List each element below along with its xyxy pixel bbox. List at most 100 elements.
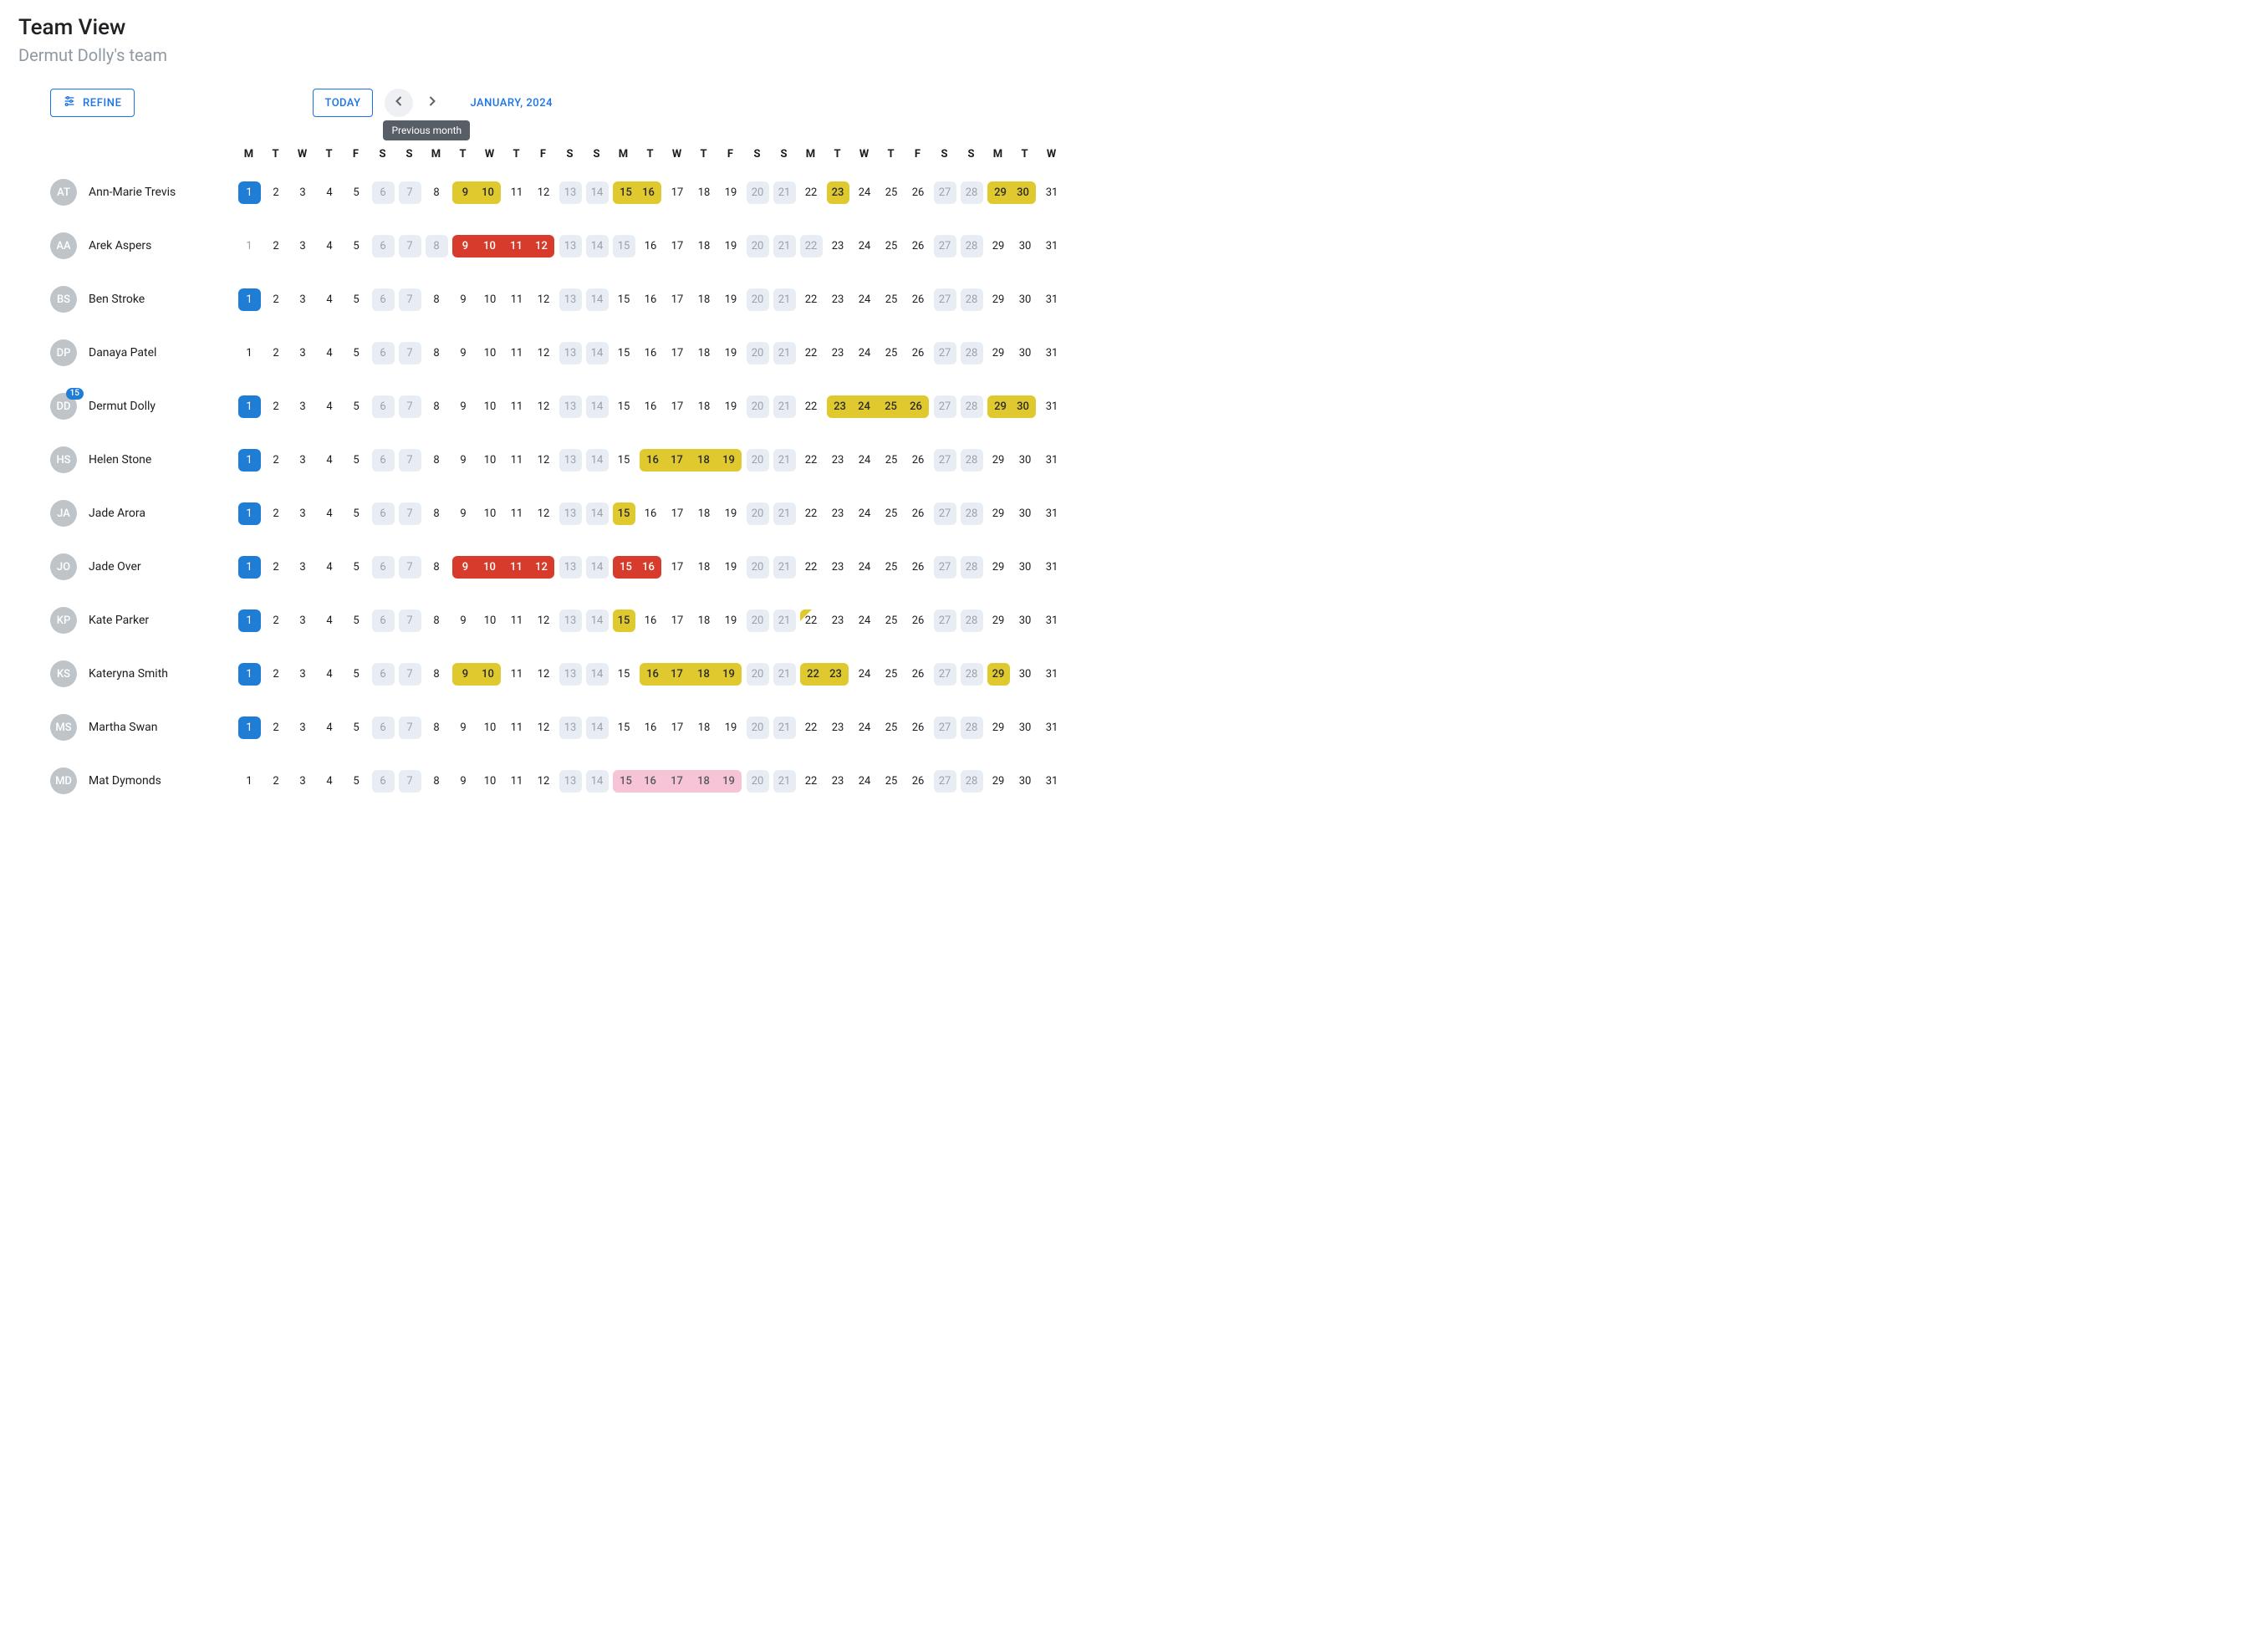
day-cell[interactable]: 17 xyxy=(662,770,691,793)
day-cell[interactable]: 27 xyxy=(934,449,956,472)
day-cell[interactable]: 7 xyxy=(399,770,421,793)
day-cell[interactable]: 18 xyxy=(693,395,716,418)
day-cell[interactable]: 18 xyxy=(689,663,718,686)
day-cell[interactable]: 14 xyxy=(586,770,609,793)
day-cell[interactable]: 12 xyxy=(528,556,554,579)
day-cell[interactable]: 26 xyxy=(907,342,930,365)
day-cell[interactable]: 1 xyxy=(238,663,261,686)
day-cell[interactable]: 23 xyxy=(827,449,849,472)
day-cell[interactable]: 28 xyxy=(961,609,983,632)
day-cell[interactable]: 3 xyxy=(292,395,314,418)
day-cell[interactable]: 14 xyxy=(586,716,609,739)
day-cell[interactable]: 31 xyxy=(1041,395,1063,418)
day-cell[interactable]: 24 xyxy=(854,716,876,739)
day-cell[interactable]: 13 xyxy=(559,235,582,257)
day-cell[interactable]: 31 xyxy=(1041,342,1063,365)
day-cell[interactable]: 7 xyxy=(399,395,421,418)
day-cell[interactable]: 10 xyxy=(479,395,502,418)
day-cell[interactable]: 5 xyxy=(345,609,368,632)
day-cell[interactable]: 16 xyxy=(640,716,662,739)
day-cell[interactable]: 15 xyxy=(613,502,635,525)
day-cell[interactable]: 6 xyxy=(372,342,395,365)
day-cell[interactable]: 10 xyxy=(479,716,502,739)
day-cell[interactable]: 5 xyxy=(345,342,368,365)
day-cell[interactable]: 5 xyxy=(345,449,368,472)
day-cell[interactable]: 30 xyxy=(1014,502,1037,525)
day-cell[interactable]: 23 xyxy=(827,716,849,739)
day-cell[interactable]: 14 xyxy=(586,288,609,311)
day-cell[interactable]: 28 xyxy=(961,181,983,204)
day-cell[interactable]: 24 xyxy=(854,342,876,365)
day-cell[interactable]: 30 xyxy=(1010,181,1036,204)
day-cell[interactable]: 12 xyxy=(533,502,555,525)
day-cell[interactable]: 1 xyxy=(238,395,261,418)
day-cell[interactable]: 28 xyxy=(961,288,983,311)
day-cell[interactable]: 7 xyxy=(399,716,421,739)
day-cell[interactable]: 11 xyxy=(502,556,531,579)
day-cell[interactable]: 8 xyxy=(426,770,448,793)
day-cell[interactable]: 15 xyxy=(613,609,635,632)
day-cell[interactable]: 31 xyxy=(1041,556,1063,579)
day-cell[interactable]: 30 xyxy=(1010,395,1036,418)
day-cell[interactable]: 28 xyxy=(961,342,983,365)
day-cell[interactable]: 20 xyxy=(747,716,769,739)
day-cell[interactable]: 17 xyxy=(666,556,689,579)
day-cell[interactable]: 8 xyxy=(426,716,448,739)
day-cell[interactable]: 15 xyxy=(613,342,635,365)
day-cell[interactable]: 22 xyxy=(800,181,823,204)
day-cell[interactable]: 21 xyxy=(773,609,796,632)
day-cell[interactable]: 27 xyxy=(934,288,956,311)
day-cell[interactable]: 23 xyxy=(827,181,849,204)
day-cell[interactable]: 5 xyxy=(345,288,368,311)
day-cell[interactable]: 2 xyxy=(265,288,288,311)
day-cell[interactable]: 23 xyxy=(827,235,849,257)
day-cell[interactable]: 4 xyxy=(319,770,341,793)
day-cell[interactable]: 1 xyxy=(238,235,261,257)
day-cell[interactable]: 12 xyxy=(533,395,555,418)
day-cell[interactable]: 13 xyxy=(559,609,582,632)
day-cell[interactable]: 24 xyxy=(854,770,876,793)
day-cell[interactable]: 14 xyxy=(586,449,609,472)
day-cell[interactable]: 11 xyxy=(506,342,528,365)
day-cell[interactable]: 23 xyxy=(827,502,849,525)
day-cell[interactable]: 9 xyxy=(452,395,475,418)
day-cell[interactable]: 27 xyxy=(934,342,956,365)
day-cell[interactable]: 22 xyxy=(800,770,823,793)
day-cell[interactable]: 27 xyxy=(934,502,956,525)
day-cell[interactable]: 18 xyxy=(693,609,716,632)
day-cell[interactable]: 10 xyxy=(479,502,502,525)
person-cell[interactable]: ATAnn-Marie Trevis xyxy=(18,166,236,219)
day-cell[interactable]: 2 xyxy=(265,342,288,365)
day-cell[interactable]: 7 xyxy=(399,556,421,579)
day-cell[interactable]: 20 xyxy=(747,181,769,204)
day-cell[interactable]: 19 xyxy=(720,181,742,204)
day-cell[interactable]: 5 xyxy=(345,716,368,739)
day-cell[interactable]: 12 xyxy=(533,663,555,686)
day-cell[interactable]: 7 xyxy=(399,663,421,686)
day-cell[interactable]: 22 xyxy=(800,235,823,257)
day-cell[interactable]: 20 xyxy=(747,395,769,418)
day-cell[interactable]: 8 xyxy=(426,342,448,365)
day-cell[interactable]: 5 xyxy=(345,395,368,418)
day-cell[interactable]: 1 xyxy=(238,556,261,579)
day-cell[interactable]: 28 xyxy=(961,235,983,257)
day-cell[interactable]: 22 xyxy=(800,342,823,365)
day-cell[interactable]: 28 xyxy=(961,449,983,472)
day-cell[interactable]: 14 xyxy=(586,181,609,204)
day-cell[interactable]: 17 xyxy=(666,181,689,204)
day-cell[interactable]: 13 xyxy=(559,342,582,365)
day-cell[interactable]: 11 xyxy=(506,770,528,793)
day-cell[interactable]: 25 xyxy=(880,770,903,793)
day-cell[interactable]: 17 xyxy=(662,449,691,472)
day-cell[interactable]: 1 xyxy=(238,181,261,204)
day-cell[interactable]: 5 xyxy=(345,770,368,793)
day-cell[interactable]: 30 xyxy=(1014,235,1037,257)
day-cell[interactable]: 17 xyxy=(666,609,689,632)
day-cell[interactable]: 30 xyxy=(1014,770,1037,793)
day-cell[interactable]: 25 xyxy=(880,502,903,525)
day-cell[interactable]: 10 xyxy=(475,556,504,579)
day-cell[interactable]: 22 xyxy=(800,449,823,472)
day-cell[interactable]: 22 xyxy=(800,502,823,525)
day-cell[interactable]: 24 xyxy=(854,288,876,311)
day-cell[interactable]: 4 xyxy=(319,556,341,579)
